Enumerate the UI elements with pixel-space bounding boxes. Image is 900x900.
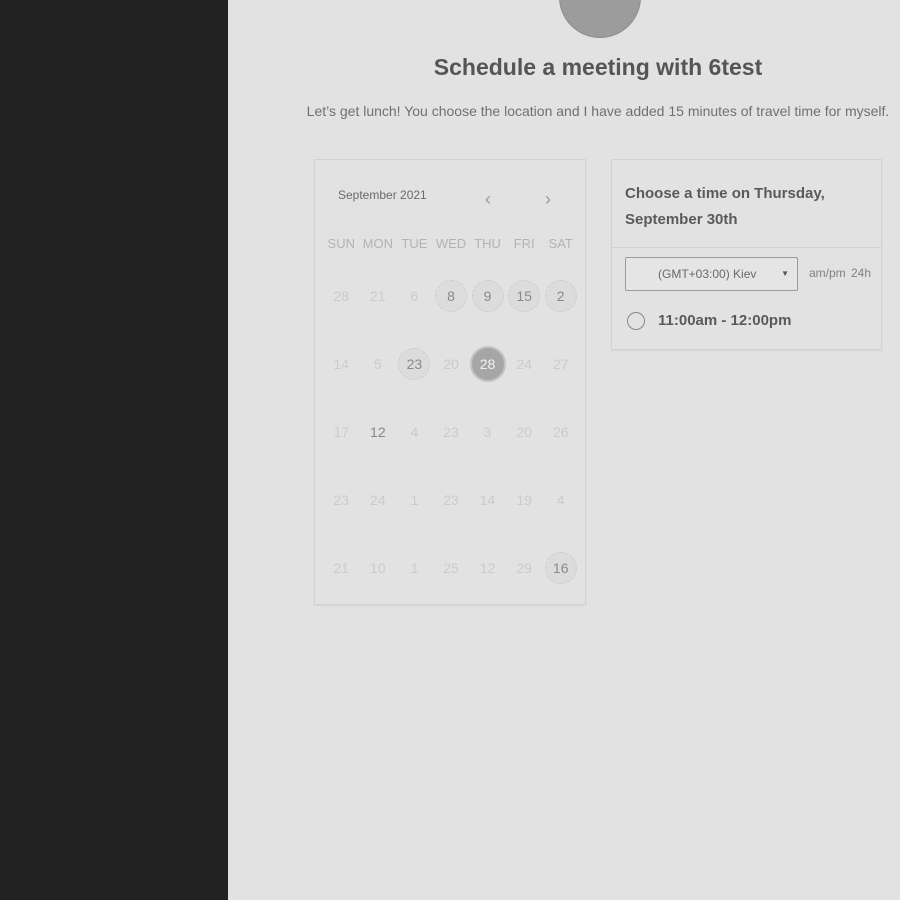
calendar-day-number: 26 xyxy=(552,424,569,440)
calendar-day-number: 5 xyxy=(373,356,382,372)
radio-icon[interactable] xyxy=(627,312,645,330)
calendar-day-number: 14 xyxy=(333,356,350,372)
calendar-day: 4 xyxy=(396,398,433,466)
weekday-label: THU xyxy=(474,236,501,251)
calendar-day[interactable]: 16 xyxy=(542,534,579,602)
calendar-day-number: 12 xyxy=(370,424,386,440)
main-content: Schedule a meeting with 6test Let’s get … xyxy=(228,0,900,900)
calendar-day-number: 6 xyxy=(410,288,419,304)
format-ampm-toggle[interactable]: am/pm xyxy=(809,266,846,280)
calendar-day[interactable]: 9 xyxy=(469,262,506,330)
previous-month-icon[interactable]: ‹ xyxy=(478,188,498,210)
weekday-label: FRI xyxy=(513,236,535,251)
calendar-day: 10 xyxy=(360,534,397,602)
calendar-day-number: 28 xyxy=(469,346,506,382)
calendar-day: 1 xyxy=(396,466,433,534)
timezone-value: (GMT+03:00) Kiev xyxy=(658,267,757,281)
calendar-day: 25 xyxy=(433,534,470,602)
weekday-label: WED xyxy=(435,236,467,251)
calendar-day-number: 9 xyxy=(471,280,504,312)
calendar-day-number: 4 xyxy=(556,492,565,508)
calendar-day-number: 29 xyxy=(516,560,532,576)
calendar-month-label: September 2021 xyxy=(338,188,427,202)
calendar-day[interactable]: 23 xyxy=(396,330,433,398)
calendar-day-number: 21 xyxy=(370,288,386,304)
calendar-day-number: 25 xyxy=(443,560,459,576)
calendar-day-number: 12 xyxy=(479,560,496,576)
calendar-day[interactable]: 8 xyxy=(433,262,470,330)
calendar-day-number: 3 xyxy=(483,424,492,440)
calendar-day: 27 xyxy=(542,330,579,398)
calendar-day-number: 20 xyxy=(443,356,459,372)
calendar-day: 23 xyxy=(323,466,360,534)
calendar-day-number: 23 xyxy=(333,492,350,508)
calendar-day: 28 xyxy=(323,262,360,330)
calendar-day: 20 xyxy=(433,330,470,398)
caret-down-icon: ▼ xyxy=(781,269,789,278)
divider xyxy=(612,247,881,248)
weekday-label: TUE xyxy=(401,236,428,251)
calendar-day: 1 xyxy=(396,534,433,602)
calendar-day-number: 10 xyxy=(370,560,386,576)
calendar-day-number: 17 xyxy=(333,424,350,440)
calendar-day-number: 4 xyxy=(410,424,419,440)
calendar-day: 23 xyxy=(433,466,470,534)
calendar-day-number: 23 xyxy=(443,424,459,440)
event-description: Let’s get lunch! You choose the location… xyxy=(306,103,890,119)
calendar-day-number: 1 xyxy=(410,560,419,576)
time-slot[interactable]: 11:00am - 12:00pm xyxy=(627,310,867,336)
time-slot-label: 11:00am - 12:00pm xyxy=(658,312,792,329)
calendar-day-number: 14 xyxy=(479,492,496,508)
weekday-label: MON xyxy=(362,236,394,251)
calendar-day: 12 xyxy=(469,534,506,602)
calendar-day-number: 23 xyxy=(398,348,431,380)
calendar-day: 21 xyxy=(323,534,360,602)
calendar-day: 17 xyxy=(323,398,360,466)
calendar-day-number: 16 xyxy=(544,552,577,584)
calendar-day: 6 xyxy=(396,262,433,330)
calendar-day: 24 xyxy=(360,466,397,534)
calendar-day-number: 21 xyxy=(333,560,350,576)
calendar-day-selected[interactable]: 28 xyxy=(469,330,506,398)
calendar-day-number: 2 xyxy=(544,280,577,312)
calendar-day-number: 28 xyxy=(333,288,350,304)
calendar-day: 4 xyxy=(542,466,579,534)
calendar-day[interactable]: 15 xyxy=(506,262,543,330)
format-24h-toggle[interactable]: 24h xyxy=(851,266,871,280)
calendar-day: 24 xyxy=(506,330,543,398)
avatar xyxy=(559,0,641,38)
time-panel-heading: Choose a time on Thursday, September 30t… xyxy=(625,185,825,228)
weekday-label: SAT xyxy=(548,236,573,251)
calendar-panel: September 2021 ‹ › SUN MON TUE WED THU F… xyxy=(314,159,586,605)
calendar-day-number: 24 xyxy=(370,492,386,508)
calendar-day-number: 1 xyxy=(410,492,419,508)
calendar-day: 23 xyxy=(433,398,470,466)
calendar-day[interactable]: 2 xyxy=(542,262,579,330)
calendar-day: 3 xyxy=(469,398,506,466)
calendar-day: 5 xyxy=(360,330,397,398)
next-month-icon[interactable]: › xyxy=(538,188,558,210)
calendar-day: 20 xyxy=(506,398,543,466)
time-panel: Choose a time on Thursday, September 30t… xyxy=(611,159,882,350)
calendar-day: 29 xyxy=(506,534,543,602)
calendar-day: 19 xyxy=(506,466,543,534)
calendar-day-number: 24 xyxy=(516,356,532,372)
calendar-day-number: 15 xyxy=(508,280,541,312)
calendar-day: 26 xyxy=(542,398,579,466)
calendar-grid: 28 21 6 8 9 15 2 14 5 23 20 28 24 27 17 12 4 23 3 20 26 23 24 1… xyxy=(323,262,579,602)
calendar-day: 14 xyxy=(469,466,506,534)
calendar-day-number: 27 xyxy=(552,356,569,372)
weekday-label: SUN xyxy=(327,236,355,251)
calendar-day-number: 19 xyxy=(516,492,532,508)
timezone-select[interactable]: (GMT+03:00) Kiev ▼ xyxy=(625,257,798,291)
calendar-day-number: 23 xyxy=(443,492,459,508)
page-title: Schedule a meeting with 6test xyxy=(433,54,763,80)
calendar-day: 12 xyxy=(360,398,397,466)
calendar-day: 14 xyxy=(323,330,360,398)
calendar-day-number: 8 xyxy=(434,280,467,312)
weekday-header: SUN MON TUE WED THU FRI SAT xyxy=(323,236,579,251)
sidebar xyxy=(0,0,228,900)
calendar-day: 21 xyxy=(360,262,397,330)
calendar-day-number: 20 xyxy=(516,424,532,440)
